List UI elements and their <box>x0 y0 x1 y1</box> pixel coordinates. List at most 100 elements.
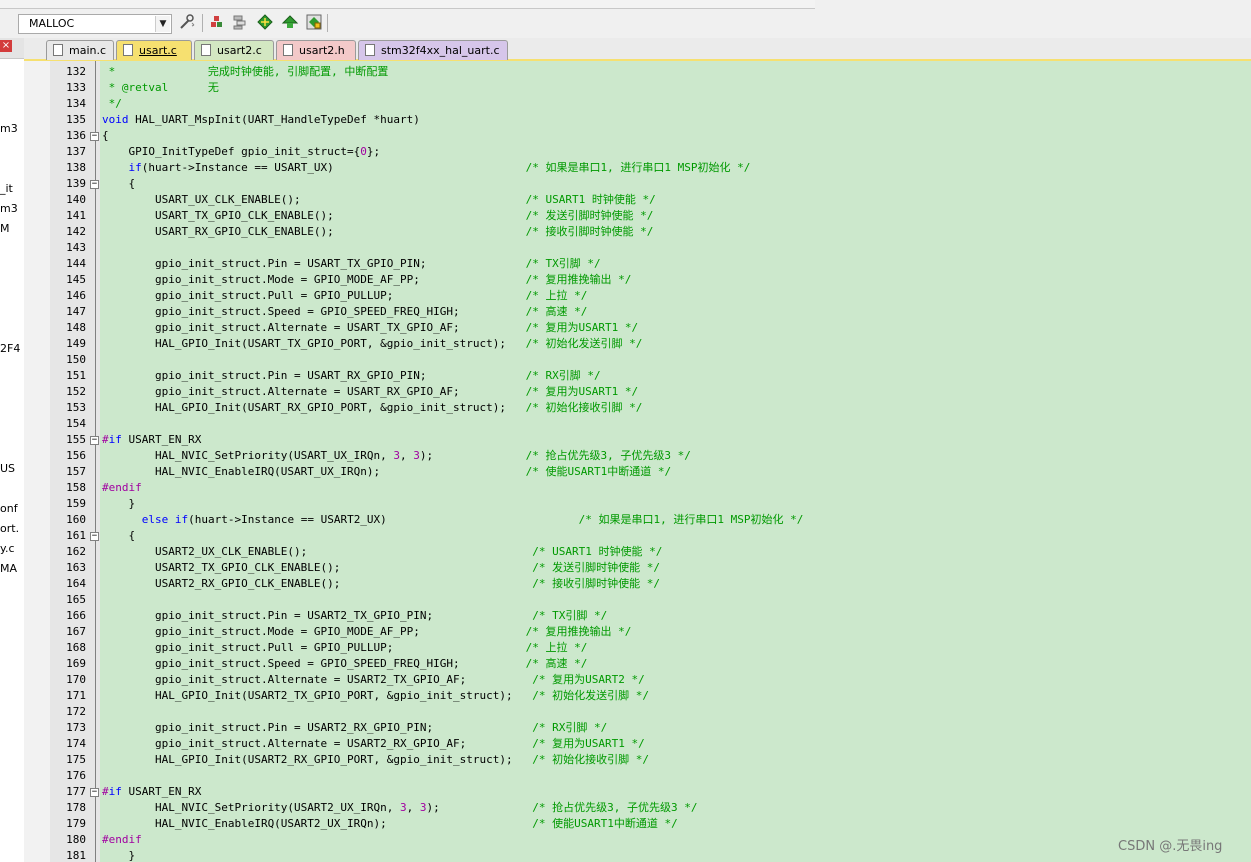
code-line[interactable]: 154 <box>24 416 1251 432</box>
code-line[interactable]: 179 HAL_NVIC_EnableIRQ(USART2_UX_IRQn); /… <box>24 816 1251 832</box>
debug-icon[interactable] <box>280 13 300 33</box>
line-number: 171 <box>66 689 86 702</box>
tab-usart-c[interactable]: usart.c <box>116 40 192 60</box>
code-line[interactable]: 177− #if USART_EN_RX <box>24 784 1251 800</box>
code-line[interactable]: 136−{ <box>24 128 1251 144</box>
code-line[interactable]: 169 gpio_init_struct.Speed = GPIO_SPEED_… <box>24 656 1251 672</box>
code-line[interactable]: 152 gpio_init_struct.Alternate = USART_R… <box>24 384 1251 400</box>
code-text: HAL_GPIO_Init(USART_TX_GPIO_PORT, &gpio_… <box>102 337 506 350</box>
code-text: gpio_init_struct.Pin = USART2_TX_GPIO_PI… <box>102 609 434 622</box>
code-line[interactable]: 142 USART_RX_GPIO_CLK_ENABLE(); /* 接收引脚时钟… <box>24 224 1251 240</box>
code-line[interactable]: 161− { <box>24 528 1251 544</box>
load-icon[interactable] <box>207 13 227 33</box>
code-line[interactable]: 134 */ <box>24 96 1251 112</box>
code-line[interactable]: 176 <box>24 768 1251 784</box>
code-line[interactable]: 151 gpio_init_struct.Pin = USART_RX_GPIO… <box>24 368 1251 384</box>
fold-toggle-icon[interactable]: − <box>90 132 99 141</box>
code-line[interactable]: 156 HAL_NVIC_SetPriority(USART_UX_IRQn, … <box>24 448 1251 464</box>
code-text: HAL_NVIC_SetPriority(USART2_UX_IRQn, 3, … <box>102 801 440 814</box>
code-line[interactable]: 164 USART2_RX_GPIO_CLK_ENABLE(); /* 接收引脚时… <box>24 576 1251 592</box>
tab-label: usart2.c <box>217 44 262 57</box>
line-number: 138 <box>66 161 86 174</box>
code-line[interactable]: 150 <box>24 352 1251 368</box>
manage-components-icon[interactable] <box>230 13 250 33</box>
code-line[interactable]: 145 gpio_init_struct.Mode = GPIO_MODE_AF… <box>24 272 1251 288</box>
code-line[interactable]: 162 USART2_UX_CLK_ENABLE(); /* USART1 时钟使… <box>24 544 1251 560</box>
chevron-down-icon[interactable]: ▼ <box>155 16 170 32</box>
code-line[interactable]: 168 gpio_init_struct.Pull = GPIO_PULLUP;… <box>24 640 1251 656</box>
code-line[interactable]: 141 USART_TX_GPIO_CLK_ENABLE(); /* 发送引脚时钟… <box>24 208 1251 224</box>
code-comment: /* 接收引脚时钟使能 */ <box>532 577 661 590</box>
code-line[interactable]: 148 gpio_init_struct.Alternate = USART_T… <box>24 320 1251 336</box>
fold-toggle-icon[interactable]: − <box>90 788 99 797</box>
fold-toggle-icon[interactable]: − <box>90 436 99 445</box>
code-comment: /* 复用推挽输出 */ <box>525 273 632 286</box>
code-line[interactable]: 149 HAL_GPIO_Init(USART_TX_GPIO_PORT, &g… <box>24 336 1251 352</box>
code-line[interactable]: 180 #endif <box>24 832 1251 848</box>
code-line[interactable]: 181 } <box>24 848 1251 862</box>
code-comment: /* 使能USART1中断通道 */ <box>532 817 678 830</box>
code-line[interactable]: 167 gpio_init_struct.Mode = GPIO_MODE_AF… <box>24 624 1251 640</box>
code-line[interactable]: 144 gpio_init_struct.Pin = USART_TX_GPIO… <box>24 256 1251 272</box>
code-comment: /* RX引脚 */ <box>525 369 601 382</box>
code-line[interactable]: 175 HAL_GPIO_Init(USART2_RX_GPIO_PORT, &… <box>24 752 1251 768</box>
code-line[interactable]: 155− #if USART_EN_RX <box>24 432 1251 448</box>
code-line[interactable]: 172 <box>24 704 1251 720</box>
code-comment: /* 如果是串口1, 进行串口1 MSP初始化 */ <box>525 161 751 174</box>
code-line[interactable]: 166 gpio_init_struct.Pin = USART2_TX_GPI… <box>24 608 1251 624</box>
code-line[interactable]: 147 gpio_init_struct.Speed = GPIO_SPEED_… <box>24 304 1251 320</box>
code-line[interactable]: 170 gpio_init_struct.Alternate = USART2_… <box>24 672 1251 688</box>
code-line[interactable]: 146 gpio_init_struct.Pull = GPIO_PULLUP;… <box>24 288 1251 304</box>
code-editor[interactable]: 132 * 完成时钟使能, 引脚配置, 中断配置 133 * @retval 无1… <box>24 61 1251 862</box>
tab-main-c[interactable]: main.c <box>46 40 114 60</box>
line-number: 165 <box>66 593 86 606</box>
tab-label: stm32f4xx_hal_uart.c <box>381 44 500 57</box>
code-line[interactable]: 173 gpio_init_struct.Pin = USART2_RX_GPI… <box>24 720 1251 736</box>
code-comment: /* 初始化接收引脚 */ <box>525 401 643 414</box>
code-line[interactable]: 174 gpio_init_struct.Alternate = USART2_… <box>24 736 1251 752</box>
code-line[interactable]: 178 HAL_NVIC_SetPriority(USART2_UX_IRQn,… <box>24 800 1251 816</box>
code-line[interactable]: 165 <box>24 592 1251 608</box>
code-line[interactable]: 171 HAL_GPIO_Init(USART2_TX_GPIO_PORT, &… <box>24 688 1251 704</box>
code-line[interactable]: 157 HAL_NVIC_EnableIRQ(USART_UX_IRQn); /*… <box>24 464 1251 480</box>
code-line[interactable]: 137 GPIO_InitTypeDef gpio_init_struct={0… <box>24 144 1251 160</box>
code-line[interactable]: 158 #endif <box>24 480 1251 496</box>
select-software-icon[interactable] <box>304 13 324 33</box>
code-comment: /* 上拉 */ <box>525 289 588 302</box>
code-line[interactable]: 143 <box>24 240 1251 256</box>
code-text: HAL_NVIC_SetPriority(USART_UX_IRQn, 3, 3… <box>102 449 434 462</box>
code-line[interactable]: 159 } <box>24 496 1251 512</box>
code-comment: /* 使能USART1中断通道 */ <box>525 465 672 478</box>
code-text: gpio_init_struct.Speed = GPIO_SPEED_FREQ… <box>102 305 460 318</box>
code-comment: /* 复用为USART2 */ <box>532 673 645 686</box>
line-number: 164 <box>66 577 86 590</box>
tab-stm32f4xx-hal-uart-c[interactable]: stm32f4xx_hal_uart.c <box>358 40 508 60</box>
code-line[interactable]: 153 HAL_GPIO_Init(USART_RX_GPIO_PORT, &g… <box>24 400 1251 416</box>
code-text: gpio_init_struct.Alternate = USART_TX_GP… <box>102 321 460 334</box>
fold-toggle-icon[interactable]: − <box>90 532 99 541</box>
pack-installer-icon[interactable] <box>255 13 275 33</box>
target-options-icon[interactable] <box>177 13 197 33</box>
code-text: HAL_GPIO_Init(USART2_RX_GPIO_PORT, &gpio… <box>102 753 513 766</box>
tab-usart2-c[interactable]: usart2.c <box>194 40 274 60</box>
panel-fragment: _it <box>0 182 13 195</box>
code-line[interactable]: 160 else if(huart->Instance == USART2_UX… <box>24 512 1251 528</box>
fold-toggle-icon[interactable]: − <box>90 180 99 189</box>
code-line[interactable]: 135 void HAL_UART_MspInit(UART_HandleType… <box>24 112 1251 128</box>
code-line[interactable]: 133 * @retval 无 <box>24 80 1251 96</box>
code-text: gpio_init_struct.Alternate = USART_RX_GP… <box>102 385 460 398</box>
code-line[interactable]: 138 if(huart->Instance == USART_UX) /* 如果… <box>24 160 1251 176</box>
line-number: 167 <box>66 625 86 638</box>
tab-usart2-h[interactable]: usart2.h <box>276 40 356 60</box>
code-line[interactable]: 140 USART_UX_CLK_ENABLE(); /* USART1 时钟使能… <box>24 192 1251 208</box>
close-icon[interactable]: × <box>0 40 12 52</box>
code-line[interactable]: 139− { <box>24 176 1251 192</box>
code-comment: /* 复用为USART1 */ <box>525 321 639 334</box>
line-number: 141 <box>66 209 86 222</box>
code-text: { <box>102 177 136 190</box>
code-line[interactable]: 163 USART2_TX_GPIO_CLK_ENABLE(); /* 发送引脚时… <box>24 560 1251 576</box>
code-line[interactable]: 132 * 完成时钟使能, 引脚配置, 中断配置 <box>24 64 1251 80</box>
line-number: 176 <box>66 769 86 782</box>
target-select[interactable]: MALLOC ▼ <box>18 14 172 34</box>
code-text: HAL_NVIC_EnableIRQ(USART2_UX_IRQn); <box>102 817 387 830</box>
